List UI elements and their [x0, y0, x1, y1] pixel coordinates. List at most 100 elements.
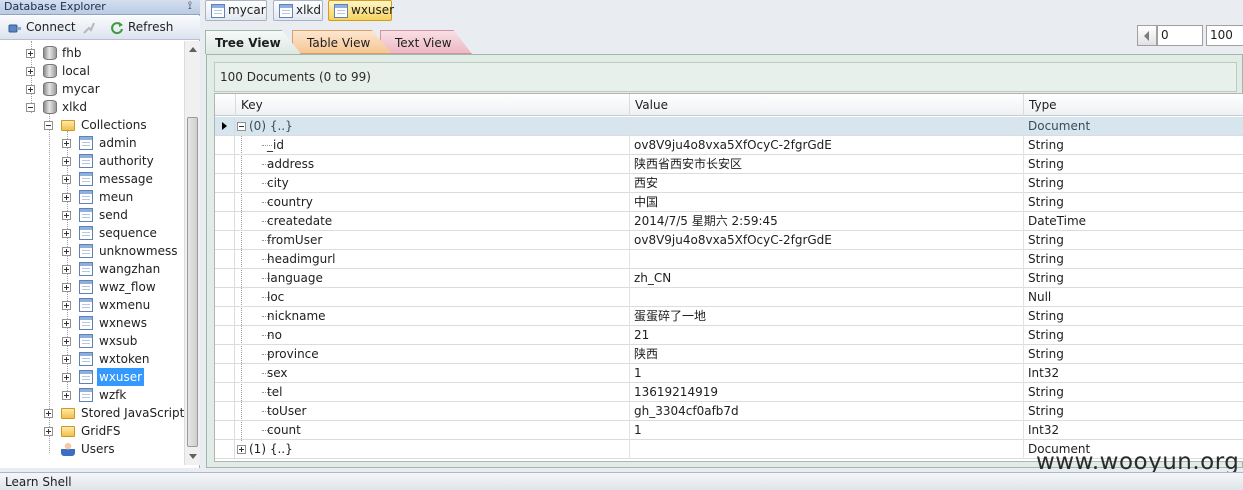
expand-icon[interactable] [237, 445, 246, 454]
document-grid: Key Value Type (0) {..} Document _id ov8V… [214, 93, 1243, 462]
expand-icon[interactable] [62, 283, 71, 292]
expand-icon[interactable] [62, 319, 71, 328]
table-row[interactable]: count 1 Int32 [215, 421, 1243, 440]
status-bar: Learn Shell [0, 472, 1243, 490]
value-cell: gh_3304cf0afb7d [629, 402, 1023, 421]
expand-icon[interactable] [62, 265, 71, 274]
table-row[interactable]: city 西安 String [215, 174, 1243, 193]
expand-icon[interactable] [26, 67, 35, 76]
expand-icon[interactable] [62, 157, 71, 166]
collapse-icon[interactable] [44, 121, 53, 130]
status-text-learn-shell[interactable]: Learn Shell [5, 475, 72, 489]
database-icon [43, 46, 57, 60]
row-selector[interactable] [215, 174, 235, 193]
table-row[interactable]: fromUser ov8V9ju4o8vxa5XfOcyC-2fgrGdE Stri… [215, 231, 1243, 250]
current-row-icon [222, 122, 227, 130]
panel-title: Database Explorer ⟟ [0, 0, 200, 15]
key-cell: tel [235, 383, 629, 402]
table-row[interactable]: sex 1 Int32 [215, 364, 1243, 383]
row-selector[interactable] [215, 193, 235, 212]
collection-icon [79, 334, 93, 348]
expand-icon[interactable] [44, 427, 53, 436]
refresh-button[interactable]: Refresh [108, 19, 188, 37]
expand-icon[interactable] [62, 355, 71, 364]
tab-table-view[interactable]: Table View [292, 30, 392, 54]
expand-icon[interactable] [62, 175, 71, 184]
doc-tab-wxuser[interactable]: wxuser [328, 0, 394, 21]
expand-icon[interactable] [62, 337, 71, 346]
expand-icon[interactable] [44, 409, 53, 418]
table-row[interactable]: tel 13619214919 String [215, 383, 1243, 402]
tree-node-label: wangzhan [99, 262, 161, 276]
expand-icon[interactable] [62, 193, 71, 202]
row-selector[interactable] [215, 440, 235, 459]
pin-icon[interactable]: ⟟ [188, 0, 192, 13]
type-cell: Int32 [1023, 364, 1243, 383]
tree-connector [49, 113, 50, 453]
table-row[interactable]: nickname 蛋蛋碎了一地 String [215, 307, 1243, 326]
table-row[interactable]: toUser gh_3304cf0afb7d String [215, 402, 1243, 421]
table-row[interactable]: address 陕西省西安市长安区 String [215, 155, 1243, 174]
table-row[interactable]: language zh_CN String [215, 269, 1243, 288]
expand-icon[interactable] [62, 391, 71, 400]
key-text: createdate [267, 214, 333, 228]
row-selector[interactable] [215, 364, 235, 383]
previous-page-button[interactable] [1137, 25, 1157, 46]
folder-icon [61, 408, 75, 419]
tab-text-view[interactable]: Text View [380, 30, 472, 54]
collection-icon [79, 226, 93, 240]
expand-icon[interactable] [62, 301, 71, 310]
doc-tab-xlkd[interactable]: xlkd [273, 0, 323, 21]
key-text: (1) {..} [249, 442, 293, 456]
row-selector[interactable] [215, 117, 235, 136]
table-row[interactable]: no 21 String [215, 326, 1243, 345]
row-selector[interactable] [215, 250, 235, 269]
column-header-key[interactable]: Key [235, 94, 629, 116]
expand-icon[interactable] [26, 85, 35, 94]
row-selector[interactable] [215, 326, 235, 345]
column-header-value[interactable]: Value [629, 94, 1023, 116]
connect-button[interactable]: Connect [6, 19, 76, 37]
table-row[interactable]: country 中国 String [215, 193, 1243, 212]
row-selector[interactable] [215, 212, 235, 231]
collapse-icon[interactable] [237, 122, 246, 131]
doc-tab-mycar[interactable]: mycar [205, 0, 267, 21]
table-row[interactable]: loc Null [215, 288, 1243, 307]
tab-tree-view[interactable]: Tree View [205, 30, 301, 54]
table-row[interactable]: headimgurl String [215, 250, 1243, 269]
expand-icon[interactable] [62, 211, 71, 220]
key-cell: province [235, 345, 629, 364]
row-selector[interactable] [215, 231, 235, 250]
row-selector[interactable] [215, 307, 235, 326]
table-row[interactable]: _id ov8V9ju4o8vxa5XfOcyC-2fgrGdE String [215, 136, 1243, 155]
limit-input[interactable]: 100 [1206, 25, 1243, 46]
expand-icon[interactable] [62, 139, 71, 148]
row-selector[interactable] [215, 421, 235, 440]
type-cell: Int32 [1023, 421, 1243, 440]
tree-scrollbar[interactable] [184, 41, 200, 465]
expand-icon[interactable] [62, 229, 71, 238]
row-selector[interactable] [215, 383, 235, 402]
skip-input[interactable]: 0 [1157, 25, 1203, 46]
row-selector[interactable] [215, 136, 235, 155]
expand-icon[interactable] [62, 373, 71, 382]
collapse-icon[interactable] [26, 103, 35, 112]
expand-icon[interactable] [62, 247, 71, 256]
table-row-document[interactable]: (0) {..} Document [215, 117, 1243, 136]
scroll-thumb[interactable] [187, 117, 198, 447]
tree-node-label: send [99, 208, 128, 222]
row-selector[interactable] [215, 345, 235, 364]
row-selector[interactable] [215, 155, 235, 174]
row-selector[interactable] [215, 402, 235, 421]
row-selector[interactable] [215, 269, 235, 288]
tree-node-label: local [62, 64, 90, 78]
expand-icon[interactable] [26, 49, 35, 58]
table-row[interactable]: province 陕西 String [215, 345, 1243, 364]
row-selector[interactable] [215, 288, 235, 307]
disconnect-button[interactable] [80, 19, 102, 37]
column-header-type[interactable]: Type [1023, 94, 1243, 116]
scroll-down-icon[interactable] [189, 454, 197, 459]
table-row[interactable]: createdate 2014/7/5 星期六 2:59:45 DateTime [215, 212, 1243, 231]
scroll-up-icon[interactable] [189, 47, 197, 52]
type-cell: String [1023, 250, 1243, 269]
